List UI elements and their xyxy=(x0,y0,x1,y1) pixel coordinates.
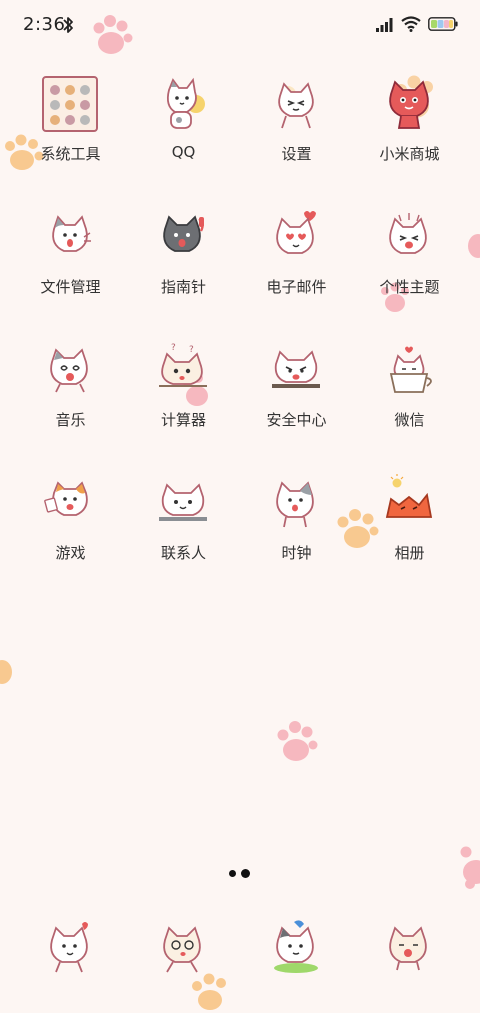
svg-text:?: ? xyxy=(189,345,194,355)
paw-decoration xyxy=(277,721,318,761)
app-system-tools[interactable]: 系统工具 xyxy=(14,68,127,178)
app-label: 小米商城 xyxy=(379,145,440,163)
app-label: 联系人 xyxy=(160,544,206,562)
app-label: 微信 xyxy=(394,411,425,429)
app-compass[interactable]: 指南针 xyxy=(127,201,240,311)
wifi-icon xyxy=(401,16,421,32)
app-music[interactable]: 音乐 xyxy=(14,334,127,444)
app-label: 游戏 xyxy=(55,544,86,562)
dock xyxy=(14,916,466,980)
app-themes[interactable]: 个性主题 xyxy=(353,201,466,311)
app-mi-store[interactable]: 小米商城 xyxy=(353,68,466,178)
cat-store-icon xyxy=(389,80,429,129)
cat-calculator-icon: ? ? xyxy=(159,343,207,387)
app-label: 个性主题 xyxy=(379,278,440,296)
cat-files-icon xyxy=(52,215,91,252)
app-label: 相册 xyxy=(394,544,425,562)
cat-camera-icon[interactable] xyxy=(379,916,439,976)
cat-gallery-icon xyxy=(385,474,433,518)
app-label: 文件管理 xyxy=(40,278,101,296)
page-dot-active[interactable] xyxy=(229,870,236,877)
app-gallery[interactable]: 相册 xyxy=(353,467,466,577)
svg-text:?: ? xyxy=(171,343,176,353)
app-label: 设置 xyxy=(281,145,312,163)
app-calculator[interactable]: ? ? 计算器 xyxy=(127,334,240,444)
status-bar: 2:36 xyxy=(0,0,480,52)
cat-themes-icon xyxy=(389,213,427,254)
tools-folder-icon xyxy=(42,76,98,132)
app-clock[interactable]: 时钟 xyxy=(240,467,353,577)
cat-email-icon xyxy=(276,211,316,254)
app-file-manager[interactable]: 文件管理 xyxy=(14,201,127,311)
cat-clock-icon xyxy=(276,481,314,528)
cat-qq-icon xyxy=(166,77,205,129)
app-label: 系统工具 xyxy=(40,145,101,163)
paw-decoration xyxy=(0,660,12,684)
cat-games-icon xyxy=(44,481,88,516)
battery-icon xyxy=(428,17,458,31)
signal-icon xyxy=(376,18,393,32)
cat-settings-icon xyxy=(278,82,314,129)
cat-compass-icon xyxy=(163,215,204,252)
cat-messages-icon[interactable] xyxy=(153,916,213,976)
app-label: 时钟 xyxy=(281,544,312,562)
cat-music-icon xyxy=(50,348,88,393)
cat-phone-icon[interactable] xyxy=(40,916,100,976)
app-label: QQ xyxy=(171,143,196,161)
app-email[interactable]: 电子邮件 xyxy=(240,201,353,311)
app-label: 电子邮件 xyxy=(266,278,327,296)
app-security[interactable]: 安全中心 xyxy=(240,334,353,444)
app-label: 安全中心 xyxy=(266,411,327,429)
cat-wechat-icon xyxy=(389,346,432,393)
app-games[interactable]: 游戏 xyxy=(14,467,127,577)
cat-security-icon xyxy=(272,350,320,388)
app-qq[interactable]: QQ xyxy=(127,68,240,178)
status-time: 2:36 xyxy=(23,14,66,35)
cat-browser-icon[interactable] xyxy=(266,916,326,976)
paw-decoration xyxy=(460,846,480,889)
app-label: 指南针 xyxy=(160,278,206,296)
cat-contacts-icon xyxy=(159,483,207,521)
app-settings[interactable]: 设置 xyxy=(240,68,353,178)
page-dot[interactable] xyxy=(241,869,250,878)
app-label: 音乐 xyxy=(55,411,86,429)
bluetooth-icon xyxy=(63,17,73,33)
app-wechat[interactable]: 微信 xyxy=(353,334,466,444)
app-contacts[interactable]: 联系人 xyxy=(127,467,240,577)
paw-decoration xyxy=(93,15,133,54)
app-label: 计算器 xyxy=(160,411,206,429)
